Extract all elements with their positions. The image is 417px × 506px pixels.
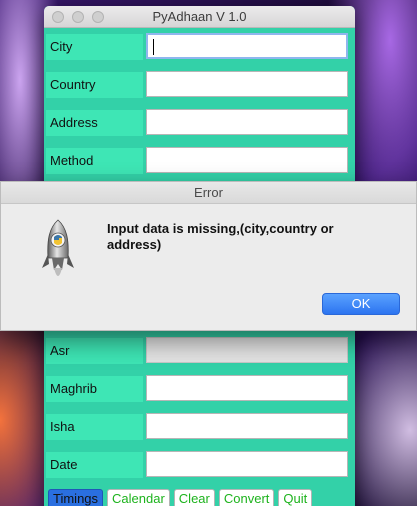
address-label: Address: [46, 110, 143, 136]
convert-button[interactable]: Convert: [218, 489, 275, 506]
country-input[interactable]: [146, 71, 348, 97]
error-dialog: Error Input data is missing,(city,countr…: [0, 181, 417, 331]
error-message: Input data is missing,(city,country or a…: [107, 221, 334, 252]
close-window-button[interactable]: [52, 11, 64, 23]
date-label: Date: [46, 452, 143, 478]
method-row: Method: [44, 144, 355, 178]
maghrib-label: Maghrib: [46, 376, 143, 402]
ok-button[interactable]: OK: [322, 293, 400, 315]
asr-row: Asr: [44, 334, 355, 368]
minimize-window-button[interactable]: [72, 11, 84, 23]
country-row: Country: [44, 68, 355, 102]
window-controls: [52, 11, 104, 23]
python-rocket-icon: [42, 219, 74, 276]
asr-output: [146, 337, 348, 363]
address-row: Address: [44, 106, 355, 140]
zoom-window-button[interactable]: [92, 11, 104, 23]
method-input[interactable]: [146, 147, 348, 173]
quit-button[interactable]: Quit: [278, 489, 313, 506]
window-title: PyAdhaan V 1.0: [152, 9, 247, 24]
maghrib-output[interactable]: [146, 375, 348, 401]
address-input[interactable]: [146, 109, 348, 135]
date-row: Date: [44, 448, 355, 482]
date-input[interactable]: [146, 451, 348, 477]
text-caret: [153, 39, 154, 55]
timings-button[interactable]: Timings: [48, 489, 104, 506]
city-input[interactable]: [146, 33, 348, 59]
isha-row: Isha: [44, 410, 355, 444]
city-row: City: [44, 30, 355, 64]
method-label: Method: [46, 148, 143, 174]
window-titlebar[interactable]: PyAdhaan V 1.0: [44, 6, 355, 28]
isha-label: Isha: [46, 414, 143, 440]
city-label: City: [46, 34, 143, 60]
calendar-button[interactable]: Calendar: [107, 489, 170, 506]
country-label: Country: [46, 72, 143, 98]
isha-output[interactable]: [146, 413, 348, 439]
clear-button[interactable]: Clear: [173, 489, 215, 506]
asr-label: Asr: [46, 338, 143, 364]
maghrib-row: Maghrib: [44, 372, 355, 406]
dialog-titlebar[interactable]: Error: [1, 182, 416, 204]
action-button-bar: Timings Calendar Clear Convert Quit: [48, 489, 313, 506]
